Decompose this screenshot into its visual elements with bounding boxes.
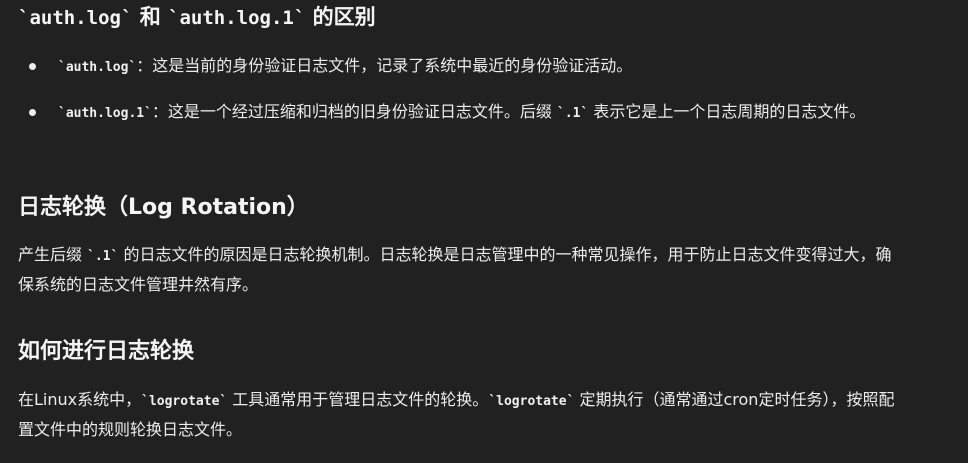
bullet-icon [29,63,36,70]
section-heading-difference: `auth.log` 和 `auth.log.1` 的区别 [18,3,376,32]
list-item-text-cont: 表示它是上一个日志周期的日志文件。 [588,102,866,121]
heading-suffix: 的区别 [305,5,376,29]
heading-conjunction: 和 [132,5,169,29]
inline-code-auth-log-1: `auth.log.1` [58,106,152,121]
paragraph-text-cont: 的日志文件的原因是日志轮换机制。日志轮换是日志管理中的一种常见操作，用于防止日志… [18,245,892,294]
inline-code-logrotate-2: `logrotate` [488,394,575,409]
list-item-text: ：这是一个经过压缩和归档的旧身份验证日志文件。后缀 [151,102,558,121]
inline-code-logrotate: `logrotate` [141,394,228,409]
paragraph-logrotate: 在Linux系统中，`logrotate` 工具通常用于管理日志文件的轮换。`l… [18,386,898,444]
heading-code-auth-log-1: `auth.log.1` [168,7,306,29]
difference-list: `auth.log`：这是当前的身份验证日志文件，记录了系统中最近的身份验证活动… [18,52,938,128]
list-item-auth-log: `auth.log`：这是当前的身份验证日志文件，记录了系统中最近的身份验证活动… [18,52,938,82]
paragraph-text-cont: 工具通常用于管理日志文件的轮换。 [227,390,489,409]
paragraph-text: 在Linux系统中， [18,390,142,409]
section-heading-log-rotation: 日志轮换（Log Rotation） [18,195,309,220]
list-item-text: ：这是当前的身份验证日志文件，记录了系统中最近的身份验证活动。 [136,56,633,75]
inline-code-suffix: `.1` [87,249,119,264]
paragraph-log-rotation: 产生后缀 `.1` 的日志文件的原因是日志轮换机制。日志轮换是日志管理中的一种常… [18,241,898,299]
section-heading-how-to-rotate: 如何进行日志轮换 [18,339,195,364]
paragraph-text: 产生后缀 [18,245,88,264]
bullet-icon [29,109,36,116]
heading-code-auth-log: `auth.log` [18,7,133,29]
inline-code-auth-log: `auth.log` [58,60,137,75]
list-item-auth-log-1: `auth.log.1`：这是一个经过压缩和归档的旧身份验证日志文件。后缀 `.… [18,98,938,128]
inline-code-suffix: `.1` [557,106,589,121]
